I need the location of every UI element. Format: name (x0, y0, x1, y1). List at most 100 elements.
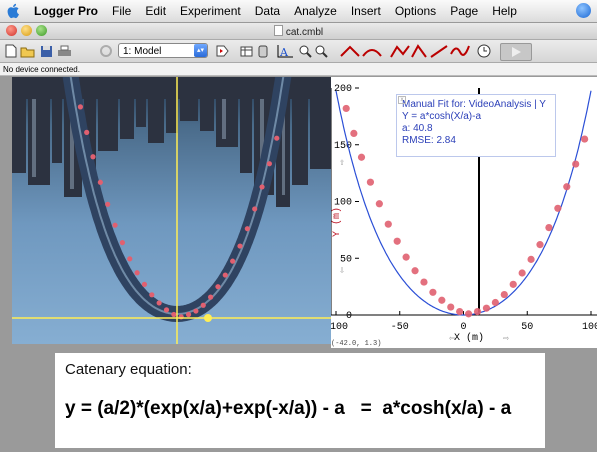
video-data-point[interactable] (244, 226, 250, 232)
y-scroll-up-icon[interactable]: ⇧ (339, 158, 345, 169)
note-title: Catenary equation: (65, 361, 192, 378)
video-data-point[interactable] (193, 308, 199, 314)
video-data-point[interactable] (90, 154, 96, 160)
menu-options[interactable]: Options (395, 4, 436, 18)
graph-data-point[interactable] (447, 303, 455, 311)
graph-data-point[interactable] (482, 304, 491, 312)
video-data-point[interactable] (105, 201, 111, 207)
y-axis-label[interactable]: Y (m) (331, 207, 343, 237)
examine-icon[interactable] (340, 43, 360, 59)
new-file-icon[interactable] (4, 43, 18, 59)
y-scroll-down-icon[interactable]: ⇩ (339, 266, 345, 277)
x-axis-label[interactable]: X (m) (454, 332, 484, 344)
data-browser-icon[interactable] (98, 43, 114, 59)
video-data-point[interactable] (127, 256, 133, 262)
graph-data-point[interactable] (581, 135, 589, 143)
page-select[interactable]: 1: Model ▴▾ (118, 43, 208, 58)
video-data-point[interactable] (134, 270, 140, 276)
video-data-point[interactable] (266, 161, 272, 167)
video-data-point[interactable] (156, 300, 162, 306)
zoom-out-icon[interactable] (314, 43, 328, 59)
video-data-point[interactable] (77, 104, 83, 110)
fit-box-close-icon[interactable]: x (398, 96, 406, 104)
menu-analyze[interactable]: Analyze (294, 4, 337, 18)
graph-data-point[interactable] (366, 178, 375, 186)
graph-data-point[interactable] (375, 200, 383, 208)
menu-edit[interactable]: Edit (145, 4, 166, 18)
curve-fit-icon[interactable] (450, 43, 470, 59)
collect-button[interactable] (500, 43, 532, 61)
table-icon[interactable] (238, 43, 254, 59)
meter-icon[interactable] (256, 43, 270, 59)
video-panel[interactable] (12, 77, 331, 344)
linear-fit-icon[interactable] (430, 43, 448, 59)
video-data-point[interactable] (119, 240, 125, 246)
graph-data-point[interactable] (384, 220, 392, 228)
graph-data-point[interactable] (473, 307, 482, 316)
video-data-point[interactable] (222, 272, 228, 278)
video-data-point[interactable] (259, 184, 265, 190)
statistics-icon[interactable] (390, 43, 410, 59)
clock-icon[interactable] (476, 43, 492, 59)
video-data-point[interactable] (200, 302, 206, 308)
graph-data-point[interactable] (509, 280, 517, 288)
open-folder-icon[interactable] (20, 43, 36, 59)
graph-data-point[interactable] (536, 241, 544, 249)
menu-file[interactable]: File (112, 4, 131, 18)
graph-data-point[interactable] (350, 129, 358, 137)
next-page-icon[interactable] (214, 43, 230, 59)
manual-fit-box[interactable]: x Manual Fit for: VideoAnalysis | Y Y = … (396, 94, 556, 157)
video-data-point[interactable] (84, 129, 90, 135)
save-icon[interactable] (39, 43, 53, 59)
graph-data-point[interactable] (342, 104, 350, 113)
graph-data-point[interactable] (429, 288, 437, 296)
menu-experiment[interactable]: Experiment (180, 4, 241, 18)
graph-data-point[interactable] (420, 278, 428, 286)
graph-data-point[interactable] (438, 296, 446, 304)
video-data-point[interactable] (274, 135, 280, 141)
video-data-point[interactable] (149, 292, 155, 298)
text-annotation[interactable]: Catenary equation: y = (a/2)*(exp(x/a)+e… (55, 353, 545, 448)
graph-data-point[interactable] (527, 255, 535, 263)
graph-data-point[interactable] (572, 160, 580, 168)
graph-data-point[interactable] (518, 269, 526, 277)
zoom-in-icon[interactable] (298, 43, 312, 59)
video-data-point[interactable] (141, 281, 148, 287)
menu-data[interactable]: Data (255, 4, 280, 18)
video-data-point[interactable] (171, 311, 177, 318)
graph-data-point[interactable] (545, 224, 553, 232)
menu-insert[interactable]: Insert (351, 4, 381, 18)
graph-data-point[interactable] (563, 183, 571, 191)
tangent-icon[interactable] (362, 43, 382, 59)
graph-data-point[interactable] (465, 310, 473, 318)
video-data-point[interactable] (163, 307, 170, 313)
graph-data-point[interactable] (456, 307, 464, 316)
graph-data-point[interactable] (402, 253, 410, 261)
spotlight-icon[interactable] (576, 3, 591, 18)
apple-icon[interactable] (6, 3, 22, 19)
graph-panel[interactable]: 050100150200 -100-50050100 Y (m) ⇧ ⇩ X (… (331, 77, 597, 348)
x-scroll-left-icon[interactable]: ⇦ (449, 334, 455, 345)
video-data-point[interactable] (208, 294, 214, 300)
graph-data-point[interactable] (491, 298, 499, 307)
video-data-point[interactable] (112, 222, 118, 228)
graph-data-point[interactable] (500, 290, 508, 299)
video-data-point[interactable] (215, 284, 221, 290)
video-data-point[interactable] (185, 311, 192, 318)
x-scroll-right-icon[interactable]: ⇨ (503, 334, 509, 345)
graph-data-point[interactable] (393, 237, 401, 245)
print-icon[interactable] (56, 43, 72, 59)
video-data-point[interactable] (230, 258, 236, 264)
video-data-point[interactable] (252, 206, 258, 212)
origin-handle[interactable] (204, 314, 212, 322)
graph-data-point[interactable] (554, 204, 562, 212)
autoscale-icon[interactable]: A (274, 43, 296, 59)
menu-help[interactable]: Help (492, 4, 517, 18)
video-data-point[interactable] (97, 179, 103, 185)
video-data-point[interactable] (237, 243, 243, 249)
integral-icon[interactable] (410, 43, 428, 59)
graph-data-point[interactable] (357, 153, 366, 161)
menu-app-name[interactable]: Logger Pro (34, 4, 98, 18)
graph-data-point[interactable] (411, 267, 419, 275)
menu-page[interactable]: Page (450, 4, 478, 18)
